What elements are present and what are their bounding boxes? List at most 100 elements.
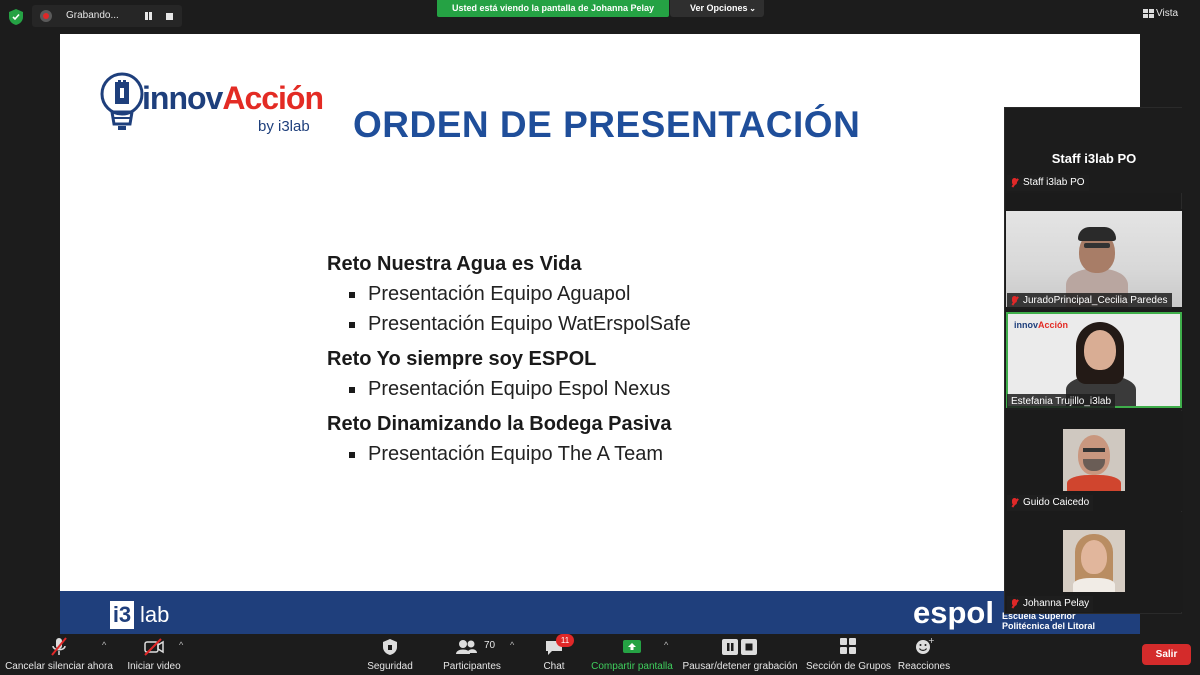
espol-subtitle-line2: Politécnica del Litoral (1002, 621, 1096, 631)
unmute-label: Cancelar silenciar ahora (5, 661, 113, 672)
view-options-label: Ver Opciones (690, 3, 748, 13)
video-off-icon (144, 638, 164, 656)
challenge-heading: Reto Yo siempre soy ESPOL (327, 348, 597, 370)
participant-name-label: Johanna Pelay (1007, 596, 1094, 612)
logo-part2: Acción (222, 80, 324, 116)
share-options-chevron-icon[interactable]: ^ (664, 640, 668, 650)
agenda-item: Presentación Equipo Espol Nexus (327, 374, 847, 404)
agenda-item-text: Presentación Equipo The A Team (368, 443, 664, 465)
shield-icon (383, 639, 397, 655)
reactions-label: Reacciones (897, 661, 951, 672)
meeting-toolbar: Cancelar silenciar ahora ^ Iniciar video… (0, 634, 1200, 675)
muted-microphone-icon (51, 637, 67, 656)
share-screen-button[interactable]: Compartir pantalla (588, 636, 676, 672)
bullet-icon (349, 387, 355, 393)
leave-meeting-button[interactable]: Salir (1142, 644, 1191, 665)
agenda-item: Presentación Equipo WatErspolSafe (327, 309, 847, 339)
participant-name: Estefania Trujillo_i3lab (1011, 396, 1112, 407)
participant-tile[interactable]: Guido Caicedo (1005, 411, 1183, 511)
participant-avatar (1063, 530, 1125, 592)
start-video-label: Iniciar video (127, 661, 181, 672)
share-screen-icon (623, 640, 641, 653)
svg-text:+: + (928, 636, 935, 645)
stop-recording-icon[interactable] (166, 13, 173, 20)
challenge-heading: Reto Dinamizando la Bodega Pasiva (327, 413, 672, 435)
challenge-heading: Reto Nuestra Agua es Vida (327, 253, 582, 275)
muted-mic-icon (1010, 599, 1019, 609)
i3lab-logo-text: lab (140, 602, 170, 627)
participant-name: Guido Caicedo (1023, 497, 1090, 508)
pause-stop-icon (722, 639, 757, 655)
reactions-smiley-icon: + (916, 636, 935, 654)
bullet-icon (349, 292, 355, 298)
video-options-chevron-icon[interactable]: ^ (179, 640, 183, 650)
slide-footer: i3 lab espol Escuela Superior Politécnic… (60, 591, 1140, 634)
start-video-button[interactable]: Iniciar video (122, 636, 186, 672)
presentation-agenda: Reto Nuestra Agua es Vida Presentación E… (327, 249, 847, 469)
top-bar: Grabando... Usted está viendo la pantall… (0, 0, 1200, 34)
screen-share-banner: Usted está viendo la pantalla de Johanna… (437, 0, 669, 17)
participant-tile-active-speaker[interactable]: innovAcción Estefania Trujillo_i3lab (1005, 310, 1183, 410)
innovaccion-logo: innovAcción by i3lab (98, 68, 328, 140)
audio-options-chevron-icon[interactable]: ^ (102, 640, 106, 650)
chat-label: Chat (543, 661, 565, 672)
agenda-item-text: Presentación Equipo WatErspolSafe (368, 313, 691, 335)
view-options-button[interactable]: Ver Opciones ⌄ (670, 0, 764, 17)
chevron-down-icon: ⌄ (749, 4, 756, 13)
participants-label: Participantes (443, 661, 501, 672)
slide-title: ORDEN DE PRESENTACIÓN (353, 104, 861, 145)
participant-name: JuradoPrincipal_Cecilia Paredes (1023, 295, 1168, 306)
participant-name: Staff i3lab PO (1023, 177, 1085, 188)
security-shield-icon[interactable] (8, 8, 24, 26)
agenda-item: Presentación Equipo Aguapol (327, 279, 847, 309)
innovaccion-logo-small: innovAcción (1014, 320, 1069, 330)
espol-subtitle: Escuela Superior Politécnica del Litoral (1002, 611, 1095, 631)
logo-subtitle: by i3lab (258, 118, 310, 135)
chat-unread-badge: 11 (556, 634, 574, 647)
lightbulb-icon (100, 72, 144, 130)
participant-tile[interactable]: JuradoPrincipal_Cecilia Paredes (1005, 209, 1183, 309)
share-screen-label: Compartir pantalla (591, 661, 673, 672)
security-label: Seguridad (367, 661, 413, 672)
shared-screen: innovAcción by i3lab ORDEN DE PRESENTACI… (60, 34, 1140, 634)
panel-header: Staff i3lab PO Staff i3lab PO (1005, 108, 1183, 193)
participants-options-chevron-icon[interactable]: ^ (510, 640, 514, 650)
i3lab-logo-mark: i3 (110, 601, 134, 629)
participant-video-panel: Staff i3lab PO Staff i3lab PO JuradoPrin… (1004, 107, 1183, 614)
bullet-icon (349, 322, 355, 328)
recording-indicator: Grabando... (32, 5, 182, 27)
breakout-rooms-button[interactable]: Sección de Grupos (806, 636, 892, 672)
muted-mic-icon (1010, 296, 1019, 306)
participant-name-label: JuradoPrincipal_Cecilia Paredes (1007, 293, 1172, 309)
grid-view-icon[interactable] (1143, 9, 1155, 19)
recording-label: Grabando... (66, 10, 119, 21)
participant-name-label: Staff i3lab PO (1007, 175, 1089, 191)
view-button-label[interactable]: Vista (1156, 8, 1178, 19)
muted-mic-icon (1010, 178, 1019, 188)
active-speaker-name: Staff i3lab PO (1051, 151, 1137, 166)
zoom-meeting-window: Grabando... Usted está viendo la pantall… (0, 0, 1200, 675)
espol-logo: espol (913, 595, 994, 630)
participant-name-label: Guido Caicedo (1007, 495, 1094, 511)
logo-part1: innov (142, 80, 223, 116)
breakout-rooms-label: Sección de Grupos (806, 661, 892, 672)
logo-wordmark: innovAcción (142, 80, 324, 116)
security-button[interactable]: Seguridad (360, 636, 420, 672)
recording-dot-icon (40, 10, 52, 22)
pause-stop-recording-label: Pausar/detener grabación (682, 661, 798, 672)
pause-stop-recording-button[interactable]: Pausar/detener grabación (682, 636, 798, 672)
bullet-icon (349, 452, 355, 458)
muted-mic-icon (1010, 498, 1019, 508)
reactions-button[interactable]: + Reacciones (896, 636, 952, 672)
breakout-rooms-icon (840, 638, 856, 654)
agenda-item-text: Presentación Equipo Espol Nexus (368, 378, 671, 400)
participant-avatar (1063, 429, 1125, 491)
participant-tile[interactable]: Johanna Pelay (1005, 512, 1183, 612)
agenda-item-text: Presentación Equipo Aguapol (368, 283, 631, 305)
unmute-button[interactable]: Cancelar silenciar ahora (4, 636, 114, 672)
pause-recording-icon[interactable] (142, 11, 154, 22)
participant-count: 70 (484, 640, 496, 651)
agenda-item: Presentación Equipo The A Team (327, 439, 847, 469)
participant-name-label: Estefania Trujillo_i3lab (1007, 394, 1116, 410)
participant-name: Johanna Pelay (1023, 598, 1090, 609)
